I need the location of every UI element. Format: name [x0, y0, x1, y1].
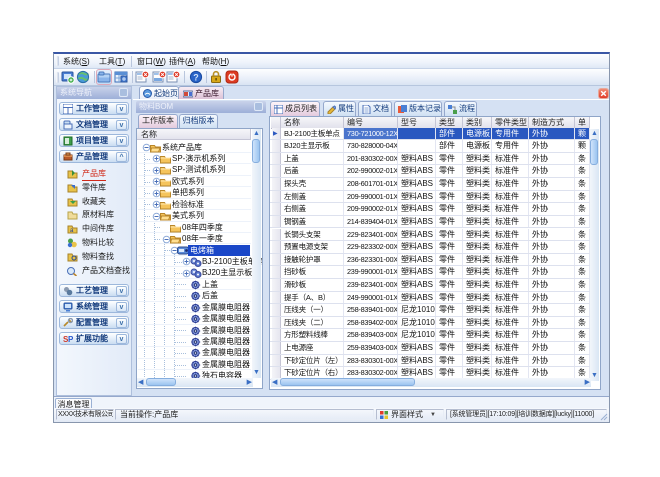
svg-text:P: P — [68, 335, 73, 344]
svg-text:?: ? — [193, 73, 199, 83]
